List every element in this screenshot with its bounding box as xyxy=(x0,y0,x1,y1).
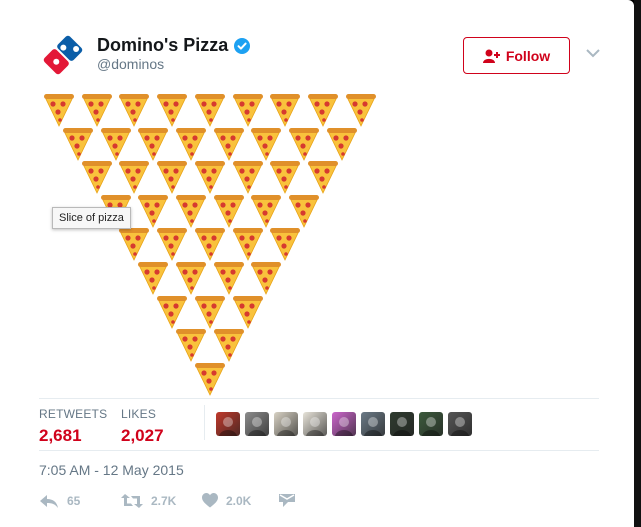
tweet-text-pizza-emoji xyxy=(0,0,634,400)
tweet-timestamp[interactable]: 7:05 AM - 12 May 2015 xyxy=(39,462,184,478)
pizza-slice-emoji xyxy=(307,160,338,195)
pizza-slice-emoji xyxy=(307,93,338,127)
pizza-slice-emoji xyxy=(100,127,131,161)
liker-avatar[interactable] xyxy=(216,412,240,436)
heart-icon xyxy=(202,493,218,508)
liker-avatars xyxy=(216,412,472,436)
pizza-slice-emoji xyxy=(194,160,225,195)
liker-avatar[interactable] xyxy=(274,412,298,436)
liker-avatar[interactable] xyxy=(419,412,443,436)
pizza-slice-emoji xyxy=(213,194,244,228)
window-edge xyxy=(634,0,641,527)
stats-separator xyxy=(204,405,205,440)
pizza-slice-emoji xyxy=(175,328,206,363)
divider xyxy=(39,450,599,451)
pizza-slice-emoji xyxy=(194,295,225,329)
like-count: 2.0K xyxy=(226,493,252,508)
pizza-slice-emoji xyxy=(232,227,263,262)
pizza-slice-emoji xyxy=(157,295,188,329)
tweet-card: Domino's Pizza @dominos Follow Slice of … xyxy=(0,0,634,527)
liker-avatar[interactable] xyxy=(245,412,269,436)
pizza-slice-emoji xyxy=(213,261,244,295)
pizza-slice-emoji xyxy=(175,127,206,161)
pizza-slice-emoji xyxy=(138,127,169,161)
pizza-slice-emoji xyxy=(326,127,357,161)
pizza-slice-emoji xyxy=(157,93,188,127)
reply-count: 65 xyxy=(67,494,81,508)
pizza-slice-emoji xyxy=(289,194,320,228)
pizza-slice-emoji xyxy=(194,93,225,127)
envelope-icon xyxy=(279,494,295,507)
direct-message-button[interactable] xyxy=(279,493,295,509)
pizza-slice-emoji xyxy=(175,261,206,295)
pizza-slice-emoji xyxy=(81,93,112,127)
pizza-slice-emoji xyxy=(119,160,150,195)
pizza-slice-emoji xyxy=(175,194,206,228)
pizza-slice-emoji xyxy=(138,261,169,295)
pizza-slice-emoji xyxy=(270,227,301,262)
retweets-stat[interactable]: RETWEETS 2,681 xyxy=(39,407,107,446)
pizza-slice-emoji xyxy=(119,227,150,262)
pizza-slice-emoji xyxy=(157,160,188,195)
pizza-slice-emoji xyxy=(62,127,93,161)
pizza-slice-emoji xyxy=(81,160,112,195)
pizza-slice-emoji xyxy=(251,194,282,228)
pizza-slice-emoji xyxy=(232,93,263,127)
pizza-slice-emoji xyxy=(289,127,320,161)
liker-avatar[interactable] xyxy=(361,412,385,436)
pizza-slice-emoji xyxy=(345,93,376,127)
emoji-tooltip: Slice of pizza xyxy=(52,207,131,229)
pizza-slice-emoji xyxy=(232,160,263,195)
liker-avatar[interactable] xyxy=(448,412,472,436)
liker-avatar[interactable] xyxy=(332,412,356,436)
likes-label: LIKES xyxy=(121,407,157,421)
reply-icon xyxy=(40,495,58,508)
reply-button[interactable]: 65 xyxy=(39,493,80,509)
pizza-slice-emoji xyxy=(213,127,244,161)
retweet-button[interactable]: 2.7K xyxy=(121,493,176,509)
retweet-count: 2.7K xyxy=(151,494,177,508)
like-button[interactable]: 2.0K xyxy=(202,493,251,508)
likes-stat[interactable]: LIKES 2,027 xyxy=(121,407,164,446)
pizza-slice-emoji xyxy=(270,93,301,127)
liker-avatar[interactable] xyxy=(390,412,414,436)
retweets-count: 2,681 xyxy=(39,426,82,445)
pizza-slice-emoji xyxy=(194,362,225,396)
pizza-slice-emoji xyxy=(270,160,301,195)
pizza-slice-emoji xyxy=(251,127,282,161)
pizza-slice-emoji xyxy=(157,227,188,262)
pizza-slice-emoji xyxy=(194,227,225,262)
divider xyxy=(39,398,599,399)
liker-avatar[interactable] xyxy=(303,412,327,436)
pizza-slice-emoji xyxy=(119,93,150,127)
pizza-slice-emoji xyxy=(213,328,244,363)
likes-count: 2,027 xyxy=(121,426,164,445)
retweets-label: RETWEETS xyxy=(39,407,108,421)
pizza-slice-emoji xyxy=(232,295,263,329)
retweet-icon xyxy=(121,494,143,508)
pizza-slice-emoji xyxy=(251,261,282,295)
pizza-slice-emoji xyxy=(138,194,169,228)
pizza-slice-emoji xyxy=(44,93,74,127)
